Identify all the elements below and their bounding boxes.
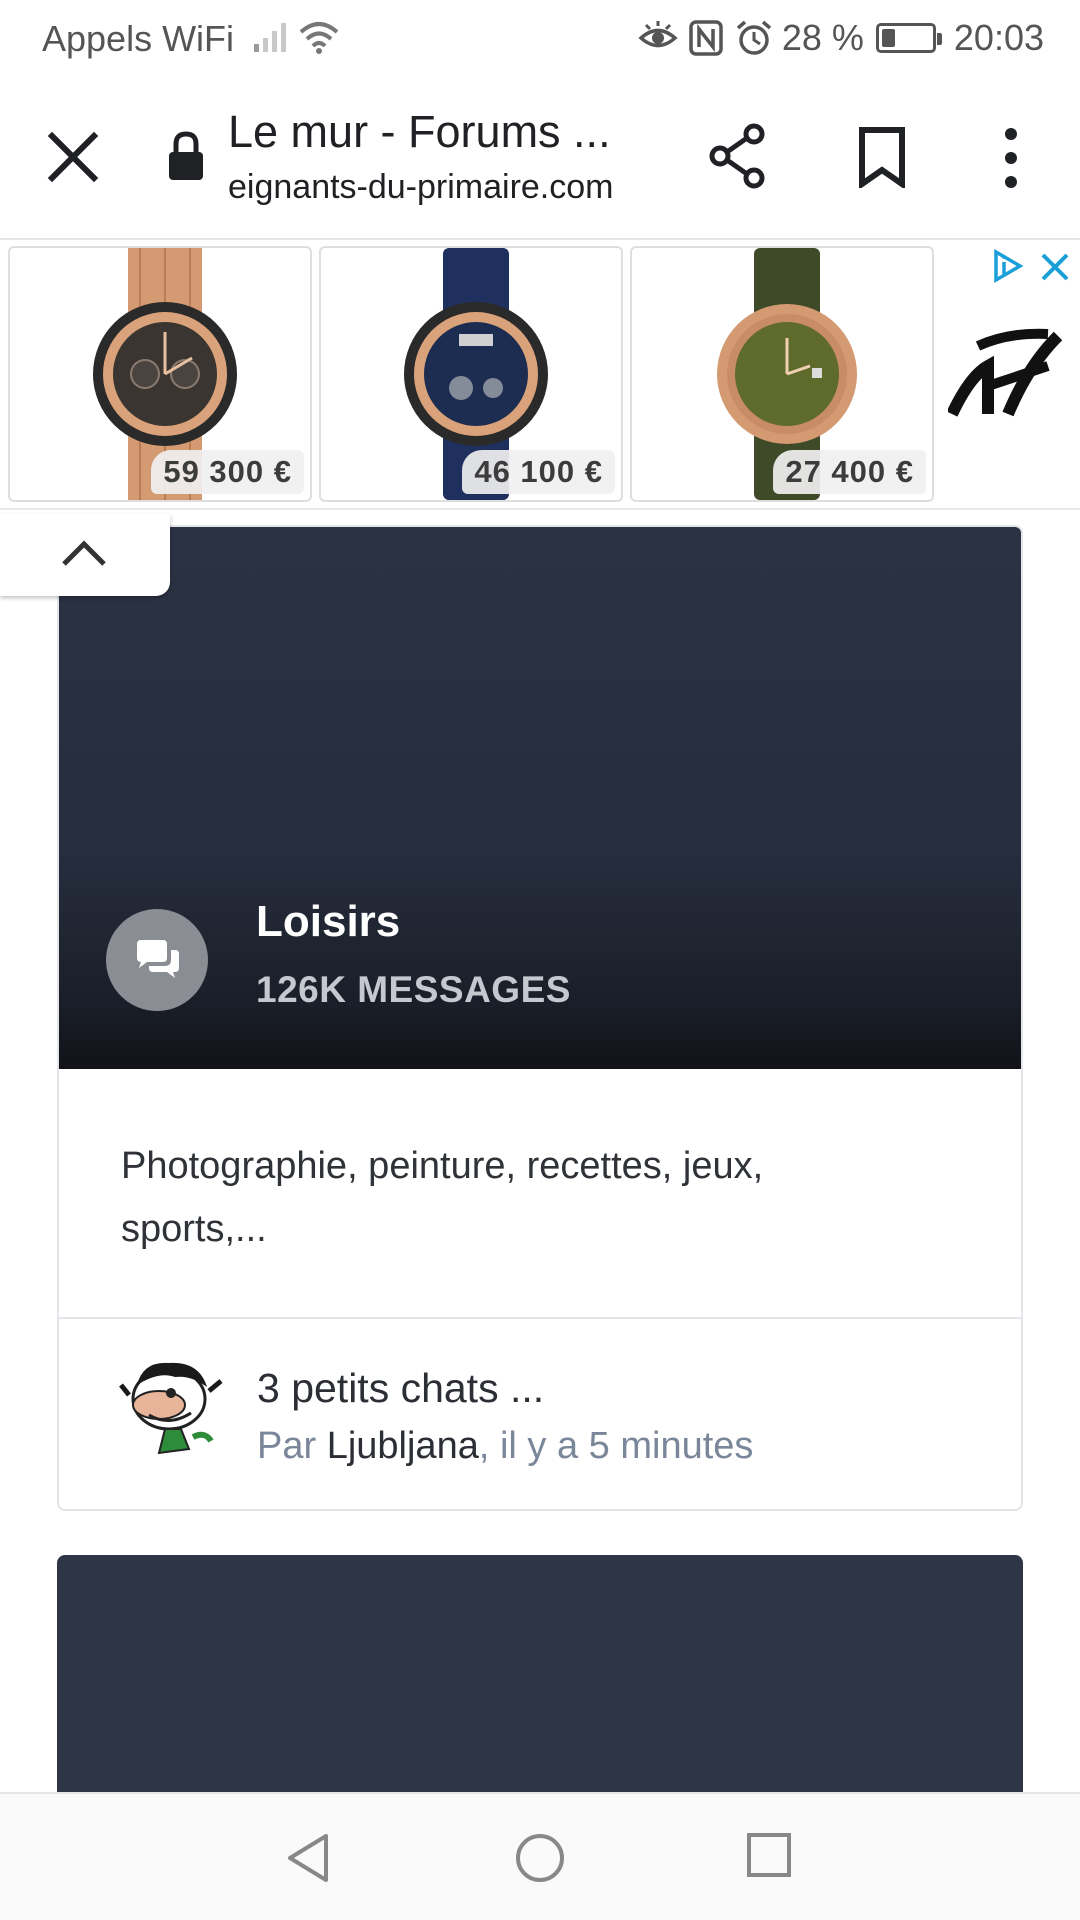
battery-percent: 28 % [781,17,864,58]
forum-card-next[interactable] [57,1555,1023,1795]
brand-logo[interactable] [948,326,1064,422]
user-avatar[interactable] [119,1355,227,1459]
status-icons: 28 % 20:03 [638,17,1044,58]
back-icon[interactable] [282,1830,334,1886]
page-title[interactable]: Le mur - Forums ... [228,106,648,158]
status-bar: Appels WiFi 28 % 20:03 [0,0,1080,76]
recents-icon[interactable] [746,1832,792,1878]
share-icon[interactable] [706,122,770,190]
ad-price: 27 400 € [773,450,926,494]
battery-level [881,29,895,47]
last-post[interactable]: 3 petits chats ... Par Ljubljana, il y a… [59,1321,1021,1509]
forum-title[interactable]: Loisirs [256,897,400,947]
lock-icon[interactable] [166,130,206,182]
thread-time: , il y a 5 minutes [478,1425,754,1467]
home-icon[interactable] [514,1830,566,1886]
comments-icon [137,940,179,978]
system-nav-bar [0,1792,1080,1920]
page-url[interactable]: eignants-du-primaire.com [228,168,648,207]
thread-author[interactable]: Ljubljana [327,1425,479,1467]
ad-price: 59 300 € [151,450,304,494]
forum-description: Photographie, peinture, recettes, jeux, … [121,1145,764,1250]
by-prefix: Par [257,1425,327,1467]
ad-price: 46 100 € [462,450,615,494]
eye-icon [638,21,678,48]
message-count: 126K MESSAGES [256,969,571,1010]
thread-title[interactable]: 3 petits chats ... [257,1365,544,1412]
close-icon[interactable] [42,126,104,188]
forum-avatar [106,909,208,1011]
ad-banner[interactable]: 59 300 € 46 100 € 27 400 € [0,242,1080,510]
ad-collapse-button[interactable] [0,514,170,596]
alarm-icon [736,20,771,55]
chevron-up-icon [62,540,106,566]
forum-card[interactable]: Loisirs 126K MESSAGES Photographie, pein… [57,525,1023,1511]
custom-tab-toolbar: Le mur - Forums ... eignants-du-primaire… [0,76,1080,240]
forum-description-section: Photographie, peinture, recettes, jeux, … [59,1069,1021,1319]
forum-hero[interactable]: Loisirs 126K MESSAGES [59,527,1021,1069]
more-vert-icon[interactable] [998,126,1024,190]
adchoices-icon[interactable] [990,248,1026,284]
clock: 20:03 [953,17,1044,58]
nfc-icon [689,20,723,56]
signal-icon [254,23,286,52]
ad-product-card[interactable]: 59 300 € [8,246,312,502]
ad-product-card[interactable]: 46 100 € [319,246,623,502]
wifi-icon [299,22,339,54]
carrier-label: Appels WiFi [42,18,235,59]
ad-product-card[interactable]: 27 400 € [630,246,934,502]
battery-icon [875,23,942,53]
thread-meta: Par Ljubljana, il y a 5 minutes [257,1425,753,1468]
close-icon[interactable] [1038,250,1072,284]
bookmark-icon[interactable] [854,126,910,188]
